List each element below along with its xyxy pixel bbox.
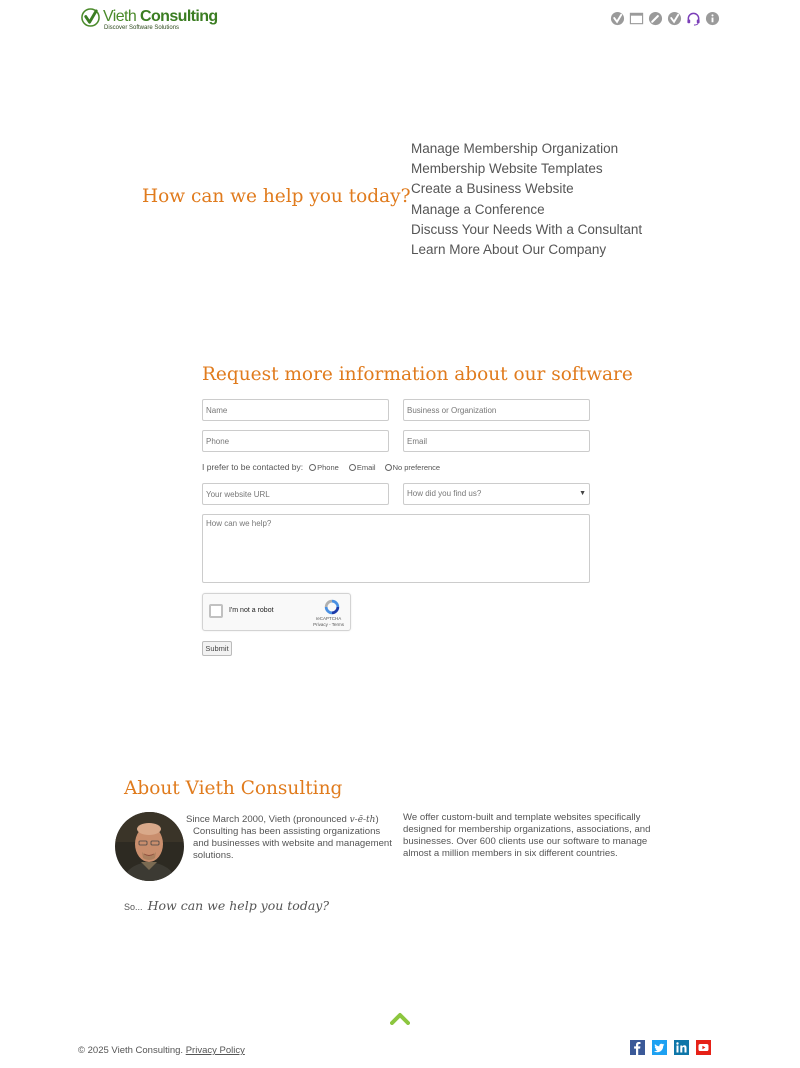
about-history-text: Since March 2000, Vieth (pronounced v-ē-… — [186, 814, 392, 861]
email-input[interactable] — [407, 431, 586, 451]
recaptcha-checkbox[interactable] — [209, 604, 223, 618]
closing-question: So... How can we help you today? — [124, 898, 330, 913]
about-services-text: We offer custom-built and template websi… — [403, 812, 651, 859]
contact-option-label: No preference — [392, 462, 441, 472]
about-heading: About Vieth Consulting — [124, 778, 343, 799]
pronunciation: v-ē-th — [349, 815, 376, 825]
help-link-consultant[interactable]: Discuss Your Needs With a Consultant — [411, 220, 642, 240]
recaptcha-branding: reCAPTCHA Privacy - Terms — [313, 616, 344, 627]
top-icon-nav — [610, 11, 720, 26]
help-link-membership[interactable]: Manage Membership Organization — [411, 139, 642, 159]
copyright: © 2025 Vieth Consulting. Privacy Policy — [78, 1045, 245, 1056]
privacy-policy-link[interactable]: Privacy Policy — [186, 1045, 245, 1056]
info-icon[interactable] — [705, 11, 720, 26]
message-textarea[interactable]: How can we help? — [202, 514, 590, 583]
social-links — [630, 1040, 711, 1055]
website-field[interactable] — [202, 483, 389, 505]
radio-icon[interactable] — [384, 463, 392, 471]
headset-icon[interactable] — [686, 11, 701, 26]
help-link-conference[interactable]: Manage a Conference — [411, 200, 642, 220]
help-link-business-website[interactable]: Create a Business Website — [411, 179, 642, 199]
name-input[interactable] — [206, 400, 385, 420]
dropdown-arrow-icon: ▼ — [579, 490, 586, 497]
twitter-icon[interactable] — [652, 1040, 667, 1055]
organization-input[interactable] — [407, 400, 586, 420]
radio-icon[interactable] — [348, 463, 356, 471]
phone-field[interactable] — [202, 430, 389, 452]
submit-button[interactable]: Submit — [202, 641, 232, 656]
email-field[interactable] — [403, 430, 590, 452]
organization-field[interactable] — [403, 399, 590, 421]
youtube-icon[interactable] — [696, 1040, 711, 1055]
form-heading: Request more information about our softw… — [202, 364, 633, 385]
name-field[interactable] — [202, 399, 389, 421]
recaptcha-label: I'm not a robot — [229, 607, 274, 614]
website-input[interactable] — [206, 484, 385, 504]
checkmark-circle-icon[interactable] — [667, 11, 682, 26]
contact-preference: I prefer to be contacted by: Phone Email… — [202, 462, 440, 472]
closing-question-link[interactable]: How can we help you today? — [148, 898, 329, 913]
contact-option-phone[interactable]: Phone — [309, 463, 339, 472]
membership-check-icon[interactable] — [610, 11, 625, 26]
linkedin-icon[interactable] — [674, 1040, 689, 1055]
help-heading: How can we help you today? — [142, 186, 411, 207]
recaptcha-logo-icon — [324, 599, 340, 615]
brand-tagline: Discover Software Solutions — [104, 25, 180, 31]
contact-option-label: Phone — [317, 462, 339, 472]
help-link-company[interactable]: Learn More About Our Company — [411, 240, 642, 260]
founder-photo — [115, 812, 184, 881]
phone-input[interactable] — [206, 431, 385, 451]
help-link-templates[interactable]: Membership Website Templates — [411, 159, 642, 179]
contact-option-email[interactable]: Email — [348, 462, 376, 472]
brand-name: Vieth Consulting — [103, 8, 218, 25]
logo-check-icon — [81, 8, 100, 27]
help-links-list: Manage Membership Organization Membershi… — [411, 139, 642, 260]
pencil-circle-icon[interactable] — [648, 11, 663, 26]
recaptcha-links[interactable]: Privacy - Terms — [313, 622, 344, 627]
contact-option-no-preference[interactable]: No preference — [384, 462, 441, 472]
source-select[interactable]: How did you find us? ▼ — [403, 483, 590, 505]
scroll-to-top-icon[interactable] — [390, 1011, 410, 1025]
site-logo[interactable]: Vieth Consulting Discover Software Solut… — [81, 7, 221, 33]
radio-icon[interactable] — [309, 463, 317, 471]
facebook-icon[interactable] — [630, 1040, 645, 1055]
recaptcha-widget: I'm not a robot reCAPTCHA Privacy - Terms — [202, 593, 351, 631]
contact-option-label: Email — [356, 462, 376, 472]
window-icon[interactable] — [629, 11, 644, 26]
contact-preference-label: I prefer to be contacted by: — [202, 462, 304, 472]
source-select-value: How did you find us? — [407, 489, 482, 498]
